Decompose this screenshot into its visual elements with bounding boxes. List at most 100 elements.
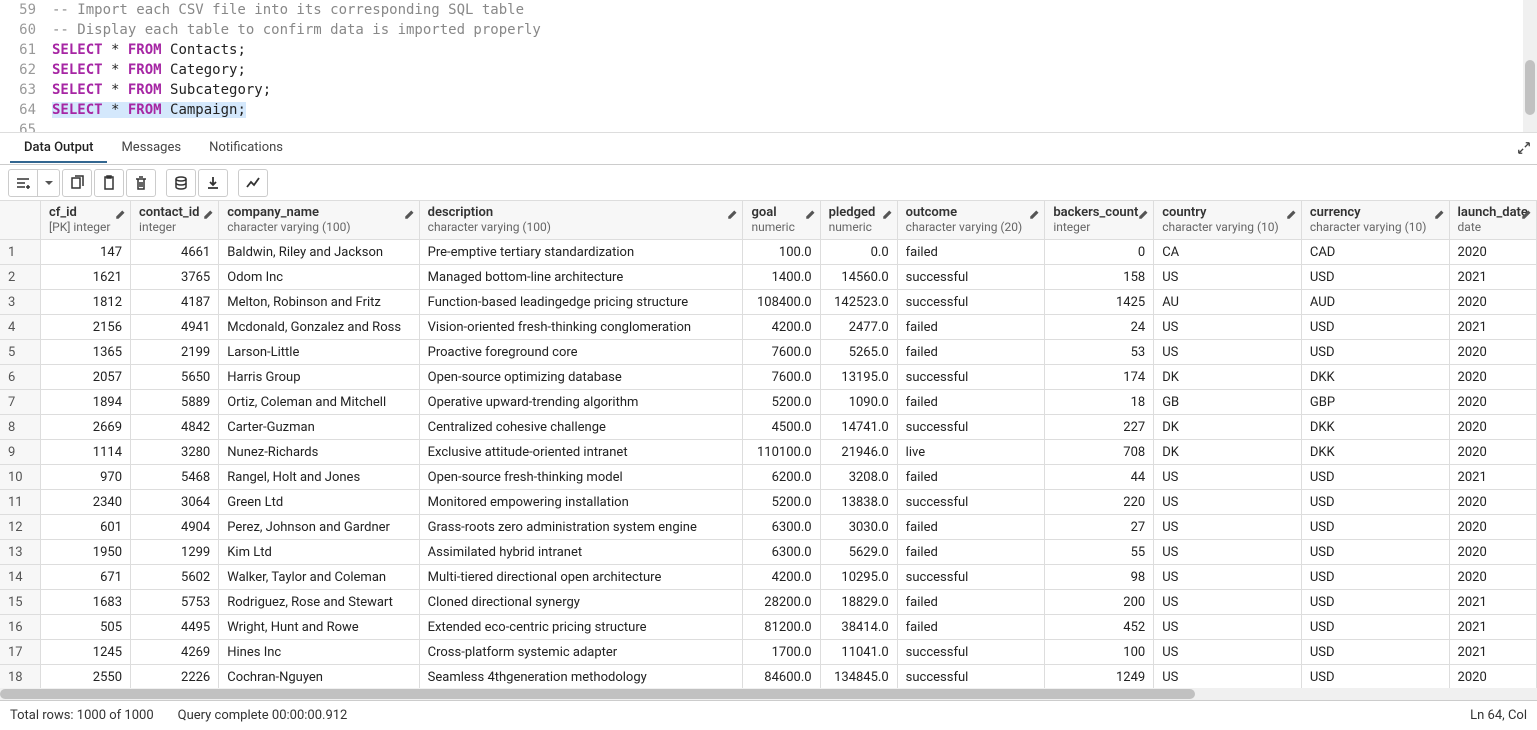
cell[interactable]: successful	[897, 565, 1045, 590]
cell[interactable]: 2020	[1449, 440, 1536, 465]
cell[interactable]: Operative upward-trending algorithm	[419, 390, 743, 415]
cell[interactable]: US	[1154, 465, 1302, 490]
cell[interactable]: CA	[1154, 240, 1302, 265]
cell[interactable]: 4500.0	[743, 415, 820, 440]
cell[interactable]: USD	[1301, 665, 1449, 689]
cell[interactable]: 1249	[1045, 665, 1154, 689]
cell[interactable]: 2020	[1449, 365, 1536, 390]
add-row-button[interactable]	[8, 169, 38, 197]
cell[interactable]: 2669	[40, 415, 130, 440]
cell[interactable]: 671	[40, 565, 130, 590]
row-number[interactable]: 17	[0, 640, 40, 665]
edit-column-icon[interactable]	[114, 209, 126, 225]
cell[interactable]: 1299	[131, 540, 219, 565]
grid-horizontal-scrollbar-thumb[interactable]	[0, 689, 1195, 699]
cell[interactable]: Function-based leadingedge pricing struc…	[419, 290, 743, 315]
cell[interactable]: 3280	[131, 440, 219, 465]
cell[interactable]: 5265.0	[820, 340, 897, 365]
cell[interactable]: US	[1154, 615, 1302, 640]
cell[interactable]: US	[1154, 665, 1302, 689]
column-header-description[interactable]: descriptioncharacter varying (100)	[419, 201, 743, 240]
cell[interactable]: 3030.0	[820, 515, 897, 540]
cell[interactable]: 2021	[1449, 465, 1536, 490]
row-number-header[interactable]	[0, 201, 40, 240]
row-number[interactable]: 11	[0, 490, 40, 515]
tab-notifications[interactable]: Notifications	[195, 134, 297, 163]
paste-button[interactable]	[94, 169, 124, 197]
cell[interactable]: failed	[897, 515, 1045, 540]
cell[interactable]: USD	[1301, 590, 1449, 615]
cell[interactable]: USD	[1301, 540, 1449, 565]
cell[interactable]: 220	[1045, 490, 1154, 515]
cell[interactable]: 2477.0	[820, 315, 897, 340]
cell[interactable]: 4200.0	[743, 565, 820, 590]
cell[interactable]: 100.0	[743, 240, 820, 265]
table-row[interactable]: 165054495Wright, Hunt and RoweExtended e…	[0, 615, 1537, 640]
edit-column-icon[interactable]	[1028, 209, 1040, 225]
cell[interactable]: USD	[1301, 515, 1449, 540]
cell[interactable]: 1365	[40, 340, 130, 365]
cell[interactable]: US	[1154, 565, 1302, 590]
cell[interactable]: 11041.0	[820, 640, 897, 665]
edit-column-icon[interactable]	[804, 209, 816, 225]
cell[interactable]: 2020	[1449, 415, 1536, 440]
row-number[interactable]: 3	[0, 290, 40, 315]
cell[interactable]: failed	[897, 615, 1045, 640]
copy-button[interactable]	[62, 169, 92, 197]
cell[interactable]: 1621	[40, 265, 130, 290]
cell[interactable]: DKK	[1301, 415, 1449, 440]
cell[interactable]: 10295.0	[820, 565, 897, 590]
cell[interactable]: DKK	[1301, 440, 1449, 465]
expand-panel-icon[interactable]	[1517, 141, 1531, 159]
cell[interactable]: Pre-emptive tertiary standardization	[419, 240, 743, 265]
cell[interactable]: Larson-Little	[219, 340, 419, 365]
cell[interactable]: 2199	[131, 340, 219, 365]
cell[interactable]: Nunez-Richards	[219, 440, 419, 465]
cell[interactable]: US	[1154, 490, 1302, 515]
cell[interactable]: 3208.0	[820, 465, 897, 490]
code-line-text[interactable]: -- Display each table to confirm data is…	[48, 20, 541, 40]
table-row[interactable]: 911143280Nunez-RichardsExclusive attitud…	[0, 440, 1537, 465]
cell[interactable]: Open-source fresh-thinking model	[419, 465, 743, 490]
cell[interactable]: 5468	[131, 465, 219, 490]
row-number[interactable]: 14	[0, 565, 40, 590]
table-row[interactable]: 1516835753Rodriguez, Rose and StewartClo…	[0, 590, 1537, 615]
delete-row-button[interactable]	[126, 169, 156, 197]
cell[interactable]: 2550	[40, 665, 130, 689]
cell[interactable]: Rangel, Holt and Jones	[219, 465, 419, 490]
cell[interactable]: 6200.0	[743, 465, 820, 490]
code-line-text[interactable]: -- Import each CSV file into its corresp…	[48, 0, 524, 20]
cell[interactable]: 6300.0	[743, 540, 820, 565]
cell[interactable]: 970	[40, 465, 130, 490]
cell[interactable]: successful	[897, 490, 1045, 515]
cell[interactable]: 7600.0	[743, 365, 820, 390]
column-header-contact_id[interactable]: contact_idinteger	[131, 201, 219, 240]
row-number[interactable]: 18	[0, 665, 40, 689]
cell[interactable]: failed	[897, 390, 1045, 415]
cell[interactable]: 98	[1045, 565, 1154, 590]
cell[interactable]: successful	[897, 640, 1045, 665]
cell[interactable]: 505	[40, 615, 130, 640]
cell[interactable]: USD	[1301, 565, 1449, 590]
code-line-text[interactable]: SELECT * FROM Subcategory;	[48, 80, 271, 100]
cell[interactable]: failed	[897, 540, 1045, 565]
column-header-pledged[interactable]: pledgednumeric	[820, 201, 897, 240]
cell[interactable]: 14560.0	[820, 265, 897, 290]
cell[interactable]: GBP	[1301, 390, 1449, 415]
cell[interactable]: Monitored empowering installation	[419, 490, 743, 515]
cell[interactable]: US	[1154, 540, 1302, 565]
edit-column-icon[interactable]	[1520, 209, 1532, 225]
cell[interactable]: 5650	[131, 365, 219, 390]
cell[interactable]: Hines Inc	[219, 640, 419, 665]
cell[interactable]: Extended eco-centric pricing structure	[419, 615, 743, 640]
cell[interactable]: failed	[897, 590, 1045, 615]
cell[interactable]: Kim Ltd	[219, 540, 419, 565]
cell[interactable]: 6300.0	[743, 515, 820, 540]
row-number[interactable]: 12	[0, 515, 40, 540]
cell[interactable]: Seamless 4thgeneration methodology	[419, 665, 743, 689]
cell[interactable]: 5629.0	[820, 540, 897, 565]
cell[interactable]: Melton, Robinson and Fritz	[219, 290, 419, 315]
cell[interactable]: 1812	[40, 290, 130, 315]
cell[interactable]: 2020	[1449, 390, 1536, 415]
row-number[interactable]: 8	[0, 415, 40, 440]
